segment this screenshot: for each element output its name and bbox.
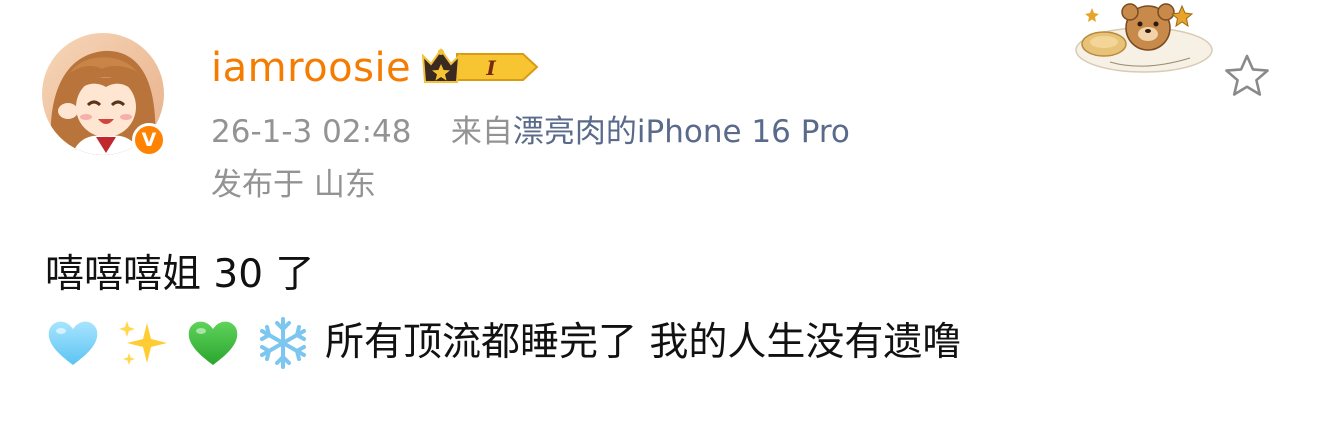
sparkles-icon bbox=[115, 315, 171, 371]
green-heart-icon bbox=[185, 315, 241, 371]
source-device-link[interactable]: 漂亮肉的iPhone 16 Pro bbox=[513, 114, 850, 150]
post-location: 发布于 山东 bbox=[211, 167, 376, 203]
favorite-star-button[interactable] bbox=[1222, 52, 1272, 100]
source-prefix: 来自 bbox=[450, 114, 513, 150]
vip-crown-badge[interactable]: I bbox=[419, 44, 541, 90]
post-content-line1: 嘻嘻嘻姐 30 了 bbox=[45, 252, 315, 297]
teddy-bear-sticker bbox=[1070, 0, 1218, 76]
vip-level-label: I bbox=[485, 56, 496, 80]
username[interactable]: iamroosie bbox=[211, 40, 411, 96]
post-datetime: 26-1-3 02:48 bbox=[211, 114, 412, 150]
weibo-post: V iamroosie I 26-1-3 02:48 来自漂亮肉的iPhone … bbox=[0, 0, 1320, 426]
post-meta: 26-1-3 02:48 来自漂亮肉的iPhone 16 Pro bbox=[211, 110, 850, 154]
verified-badge: V bbox=[132, 123, 166, 157]
snowflake-icon bbox=[255, 315, 311, 371]
light-blue-heart-icon bbox=[45, 315, 101, 371]
post-content-line2: 所有顶流都睡完了 我的人生没有遗噜 bbox=[45, 313, 961, 373]
post-content-text: 所有顶流都睡完了 我的人生没有遗噜 bbox=[325, 320, 962, 365]
star-outline-icon bbox=[1225, 54, 1269, 96]
avatar[interactable]: V bbox=[42, 33, 166, 157]
